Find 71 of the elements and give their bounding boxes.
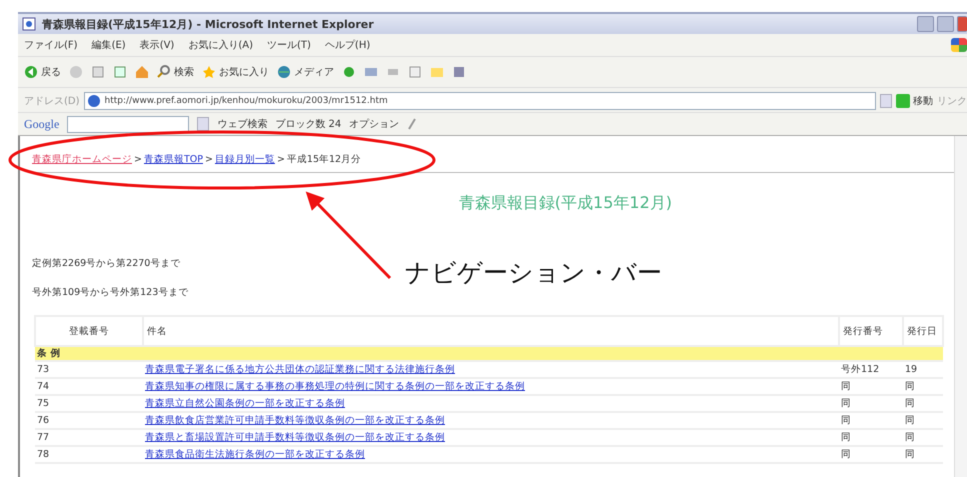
dropdown-button[interactable] (880, 94, 892, 108)
scrollbar[interactable] (954, 136, 967, 477)
table-cell: 74 (35, 378, 143, 395)
document-link[interactable]: 青森県立自然公園条例の一部を改正する条例 (145, 398, 345, 409)
range-text: 号外第109号から号外第123号まで (32, 286, 190, 299)
address-field[interactable]: http://www.pref.aomori.jp/kenhou/mokuroku/2003/mr1512.htm (84, 92, 876, 110)
folder-icon[interactable] (430, 65, 444, 79)
section-header: 条 例 (35, 346, 943, 361)
column-header: 登載番号 (35, 316, 143, 346)
table-cell: 同 (903, 395, 943, 412)
document-link[interactable]: 青森県と畜場設置許可申請手数料等徴収条例の一部を改正する条例 (145, 432, 445, 443)
menu-item[interactable]: 表示(V) (140, 38, 174, 52)
address-label: アドレス(D) (24, 95, 80, 108)
table-cell: 19 (903, 361, 943, 378)
breadcrumb-link[interactable]: 目録月別一覧 (214, 152, 275, 166)
table-cell: 同 (839, 412, 903, 429)
web-search-button[interactable]: ウェブ検索 (217, 117, 268, 131)
document-link[interactable]: 青森県電子署名に係る地方公共団体の認証業務に関する法律施行条例 (145, 364, 455, 375)
table-cell: 76 (35, 412, 143, 429)
page-heading: 青森県報目録(平成15年12月) (458, 193, 673, 214)
favorites-button[interactable]: お気に入り (202, 65, 269, 79)
options-button[interactable]: オプション (349, 117, 400, 131)
document-link[interactable]: 青森県飲食店営業許可申請手数料等徴収条例の一部を改正する条例 (145, 415, 445, 426)
google-logo[interactable]: Google (24, 116, 60, 132)
breadcrumb-link[interactable]: 青森県報TOP (144, 152, 203, 166)
google-search-field[interactable] (67, 116, 190, 132)
menu-item[interactable]: ファイル(F) (24, 38, 78, 52)
minimize-button[interactable] (917, 16, 934, 32)
document-link[interactable]: 青森県知事の権限に属する事務の事務処理の特例に関する条例の一部を改正する条例 (145, 381, 525, 392)
table-cell: 77 (35, 429, 143, 446)
pencil-icon[interactable] (407, 118, 418, 130)
star-icon (202, 65, 216, 79)
breadcrumb-separator: > (134, 154, 142, 164)
maximize-button[interactable] (937, 16, 954, 32)
table-cell: 75 (35, 395, 143, 412)
breadcrumb-separator: > (276, 154, 285, 164)
menu-item[interactable]: お気に入り(A) (188, 38, 253, 52)
globe-icon (277, 65, 291, 79)
table-cell: 同 (839, 446, 903, 463)
go-button[interactable]: 移動 (896, 94, 933, 108)
table-cell: 78 (35, 446, 143, 463)
table-cell: 73 (35, 361, 143, 378)
search-icon (157, 65, 171, 79)
callout-label: ナビゲーション・バー (405, 257, 662, 289)
dropdown-button[interactable] (197, 117, 210, 131)
breadcrumb-link[interactable]: 青森県庁ホームページ (32, 152, 132, 166)
table-cell: 号外112 (839, 361, 903, 378)
menu-item[interactable]: 編集(E) (92, 38, 126, 52)
media-button[interactable]: メディア (277, 65, 334, 79)
breadcrumb-current: 平成15年12月分 (286, 152, 362, 166)
table-cell: 同 (903, 446, 943, 463)
menu-item[interactable]: ツール(T) (267, 38, 311, 52)
close-button[interactable] (957, 16, 967, 32)
breadcrumb-separator: > (204, 154, 213, 164)
table-cell: 同 (839, 395, 903, 412)
popup-blocker-button[interactable]: ブロック数 24 (275, 117, 342, 131)
table-cell: 同 (839, 378, 903, 395)
back-button[interactable]: 戻る (24, 65, 61, 79)
search-button[interactable]: 検索 (157, 65, 194, 79)
document-link[interactable]: 青森県食品衛生法施行条例の一部を改正する条例 (145, 449, 365, 460)
home-icon[interactable] (135, 65, 149, 79)
table-cell: 同 (903, 378, 943, 395)
table-cell: 同 (839, 429, 903, 446)
table-cell: 同 (903, 429, 943, 446)
browser-icon (22, 17, 36, 31)
windows-logo-icon (951, 38, 967, 52)
table-cell: 同 (903, 412, 943, 429)
window-title: 青森県報目録(平成15年12月) - Microsoft Internet Explorer (42, 16, 374, 32)
column-header: 件名 (143, 316, 839, 346)
range-text: 定例第2269号から第2270号まで (32, 257, 182, 270)
menu-item[interactable]: ヘルプ(H) (324, 38, 370, 52)
